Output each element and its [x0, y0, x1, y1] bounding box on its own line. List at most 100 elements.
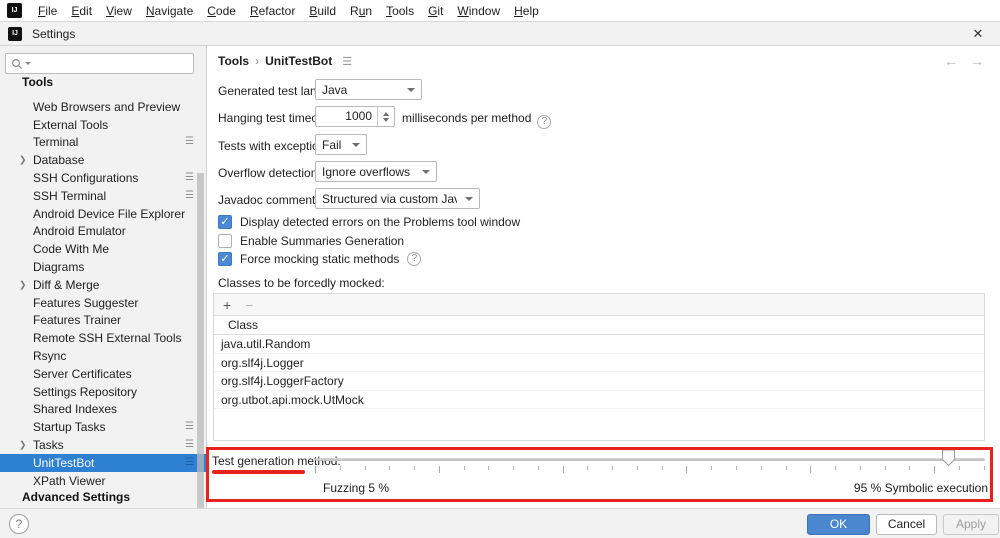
checkbox-checked-icon[interactable]: ✓ — [218, 252, 232, 266]
stepper-arrows[interactable] — [377, 107, 394, 126]
sidebar-item-advanced-settings[interactable]: Advanced Settings — [22, 490, 130, 504]
sidebar-item-startup-tasks[interactable]: Startup Tasks☰ — [0, 418, 207, 436]
forward-arrow-icon[interactable]: → — [970, 53, 984, 69]
slider-thumb[interactable] — [941, 449, 956, 470]
menu-window[interactable]: Window — [450, 0, 507, 22]
app-logo-icon: IJ — [7, 3, 22, 18]
force-mocking-checkbox[interactable]: ✓ Force mocking static methods ? — [218, 252, 421, 266]
sidebar-item-remote-ssh-external-tools[interactable]: Remote SSH External Tools — [0, 329, 207, 347]
remove-icon[interactable]: − — [245, 298, 253, 312]
help-icon[interactable]: ? — [407, 252, 421, 266]
breadcrumb: Tools › UnitTestBot ☰ — [218, 54, 352, 68]
menu-build[interactable]: Build — [302, 0, 343, 22]
enable-summaries-checkbox[interactable]: Enable Summaries Generation — [218, 234, 404, 248]
sidebar-item-database[interactable]: ❯Database — [0, 151, 207, 169]
chevron-right-icon[interactable]: ❯ — [19, 155, 27, 166]
options-icon: ☰ — [185, 440, 194, 450]
breadcrumb-unittestbot: UnitTestBot — [265, 54, 332, 68]
generated-test-language-select[interactable]: Java — [315, 79, 422, 100]
sidebar-item-android-device-file-explorer[interactable]: Android Device File Explorer — [0, 205, 207, 223]
table-row[interactable]: org.utbot.api.mock.UtMock — [214, 391, 984, 410]
tests-with-exceptions-select[interactable]: Fail — [315, 134, 367, 155]
menu-view[interactable]: View — [99, 0, 139, 22]
sidebar-item-label: XPath Viewer — [33, 474, 106, 488]
sidebar-item-external-tools[interactable]: External Tools — [0, 116, 207, 134]
slider-tick — [984, 466, 985, 470]
sidebar-item-server-certificates[interactable]: Server Certificates — [0, 365, 207, 383]
apply-button[interactable]: Apply — [943, 514, 999, 535]
slider-tick — [885, 466, 886, 470]
sidebar-item-features-trainer[interactable]: Features Trainer — [0, 312, 207, 330]
chevron-down-icon — [422, 170, 430, 174]
checkbox-checked-icon[interactable]: ✓ — [218, 215, 232, 229]
display-errors-checkbox[interactable]: ✓ Display detected errors on the Problem… — [218, 215, 520, 229]
sidebar-item-label: Diff & Merge — [33, 278, 99, 292]
menu-refactor[interactable]: Refactor — [243, 0, 302, 22]
sidebar-item-shared-indexes[interactable]: Shared Indexes — [0, 401, 207, 419]
add-icon[interactable]: + — [223, 298, 231, 312]
chevron-right-icon[interactable]: ❯ — [19, 279, 27, 290]
close-icon[interactable]: ✕ — [970, 26, 986, 42]
sidebar-item-diagrams[interactable]: Diagrams — [0, 258, 207, 276]
sidebar-item-label: UnitTestBot — [33, 456, 94, 470]
sidebar-section-tools: Tools — [22, 75, 53, 89]
chevron-right-icon[interactable]: ❯ — [19, 440, 27, 451]
generation-method-slider-track[interactable] — [315, 458, 985, 461]
sidebar-item-tasks[interactable]: ❯ Tasks ☰ — [0, 436, 207, 454]
sidebar-item-xpath-viewer[interactable]: XPath Viewer — [0, 472, 207, 490]
help-icon[interactable]: ? — [537, 115, 551, 129]
hanging-test-timeout-stepper[interactable]: 1000 — [315, 106, 395, 127]
table-row[interactable]: org.slf4j.LoggerFactory — [214, 372, 984, 391]
checkbox-unchecked-icon[interactable] — [218, 234, 232, 248]
javadoc-comment-style-select[interactable]: Structured via custom Javadoc tags — [315, 188, 480, 209]
slider-tick — [835, 466, 836, 470]
menu-file[interactable]: File — [31, 0, 64, 22]
cancel-button[interactable]: Cancel — [876, 514, 937, 535]
menu-run[interactable]: Run — [343, 0, 379, 22]
table-row[interactable]: org.slf4j.Logger — [214, 354, 984, 373]
sidebar-item-label: Tasks — [33, 438, 64, 452]
back-arrow-icon[interactable]: ← — [944, 53, 958, 69]
search-input[interactable] — [5, 53, 194, 74]
step-up-icon[interactable] — [383, 112, 389, 116]
slider-tick — [909, 466, 910, 470]
sidebar-item-diff-merge[interactable]: ❯ Diff & Merge — [0, 276, 207, 294]
slider-tick — [414, 466, 415, 470]
sidebar-scrollbar[interactable] — [197, 173, 204, 535]
menu-tools[interactable]: Tools — [379, 0, 421, 22]
sidebar-item-android-emulator[interactable]: Android Emulator — [0, 223, 207, 241]
menu-help[interactable]: Help — [507, 0, 546, 22]
ok-button[interactable]: OK — [807, 514, 870, 535]
generated-test-language-value: Java — [322, 83, 399, 97]
breadcrumb-tools[interactable]: Tools — [218, 54, 249, 68]
sidebar-item-web-browsers-and-preview[interactable]: Web Browsers and Preview — [0, 98, 207, 116]
sidebar-item-rsync[interactable]: Rsync — [0, 347, 207, 365]
mocked-classes-table: + − Class java.util.Randomorg.slf4j.Logg… — [213, 293, 985, 441]
slider-tick — [810, 466, 811, 473]
sidebar-item-settings-repository[interactable]: Settings Repository — [0, 383, 207, 401]
breadcrumb-options-icon[interactable]: ☰ — [342, 55, 352, 68]
menu-edit[interactable]: Edit — [64, 0, 99, 22]
menu-navigate[interactable]: Navigate — [139, 0, 200, 22]
menu-git[interactable]: Git — [421, 0, 450, 22]
table-row[interactable]: java.util.Random — [214, 335, 984, 354]
sidebar-item-ssh-configurations[interactable]: SSH Configurations☰ — [0, 169, 207, 187]
table-toolbar: + − — [214, 294, 984, 316]
search-options-caret-icon[interactable] — [25, 62, 31, 65]
sidebar-item-label: Web Browsers and Preview — [33, 100, 180, 114]
slider-tick — [340, 466, 341, 470]
options-icon: ☰ — [185, 137, 194, 147]
help-button[interactable]: ? — [9, 514, 29, 534]
slider-tick — [761, 466, 762, 470]
step-down-icon[interactable] — [383, 118, 389, 122]
sidebar-item-terminal[interactable]: Terminal☰ — [0, 134, 207, 152]
sidebar-item-label: Android Device File Explorer — [33, 207, 185, 221]
history-nav: ← → — [944, 53, 984, 69]
sidebar-item-unittestbot[interactable]: UnitTestBot☰ — [0, 454, 207, 472]
sidebar-item-code-with-me[interactable]: Code With Me — [0, 240, 207, 258]
sidebar-item-label: Startup Tasks — [33, 420, 105, 434]
menu-code[interactable]: Code — [200, 0, 243, 22]
sidebar-item-ssh-terminal[interactable]: SSH Terminal☰ — [0, 187, 207, 205]
overflow-detection-select[interactable]: Ignore overflows — [315, 161, 437, 182]
sidebar-item-features-suggester[interactable]: Features Suggester — [0, 294, 207, 312]
